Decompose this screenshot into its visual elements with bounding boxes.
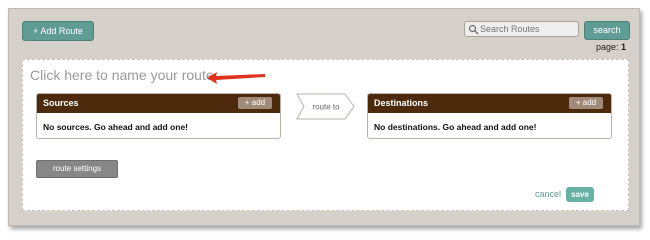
route-to-connector: route to — [296, 93, 355, 120]
cancel-link[interactable]: cancel — [535, 189, 561, 199]
search-input[interactable] — [480, 22, 576, 36]
destinations-box: Destinations + add No destinations. Go a… — [367, 93, 612, 139]
add-route-button[interactable]: + Add Route — [22, 21, 94, 41]
destinations-header: Destinations + add — [368, 94, 611, 113]
sources-title: Sources — [43, 98, 79, 108]
add-source-button[interactable]: + add — [238, 97, 272, 109]
route-to-label: route to — [312, 103, 340, 112]
red-arrow-icon — [207, 72, 265, 84]
destinations-title: Destinations — [374, 98, 429, 108]
search-button[interactable]: search — [584, 21, 630, 40]
sources-empty-message: No sources. Go ahead and add one! — [43, 122, 188, 132]
add-destination-button[interactable]: + add — [569, 97, 603, 109]
save-button[interactable]: save — [566, 187, 594, 202]
destinations-empty-message: No destinations. Go ahead and add one! — [374, 122, 537, 132]
page-indicator: page: 1 — [596, 42, 626, 52]
route-editor-frame: + Add Route search page: 1 Click here to… — [8, 8, 640, 226]
page-number: 1 — [620, 42, 626, 52]
route-panel: Click here to name your route Sources + … — [22, 59, 629, 211]
page-prefix: page: — [595, 42, 619, 52]
route-name-field[interactable]: Click here to name your route — [30, 67, 214, 83]
route-settings-button[interactable]: route settings — [36, 160, 118, 178]
search-box[interactable] — [464, 21, 579, 37]
sources-header: Sources + add — [37, 94, 280, 113]
magnifier-icon — [468, 24, 479, 35]
sources-box: Sources + add No sources. Go ahead and a… — [36, 93, 281, 139]
